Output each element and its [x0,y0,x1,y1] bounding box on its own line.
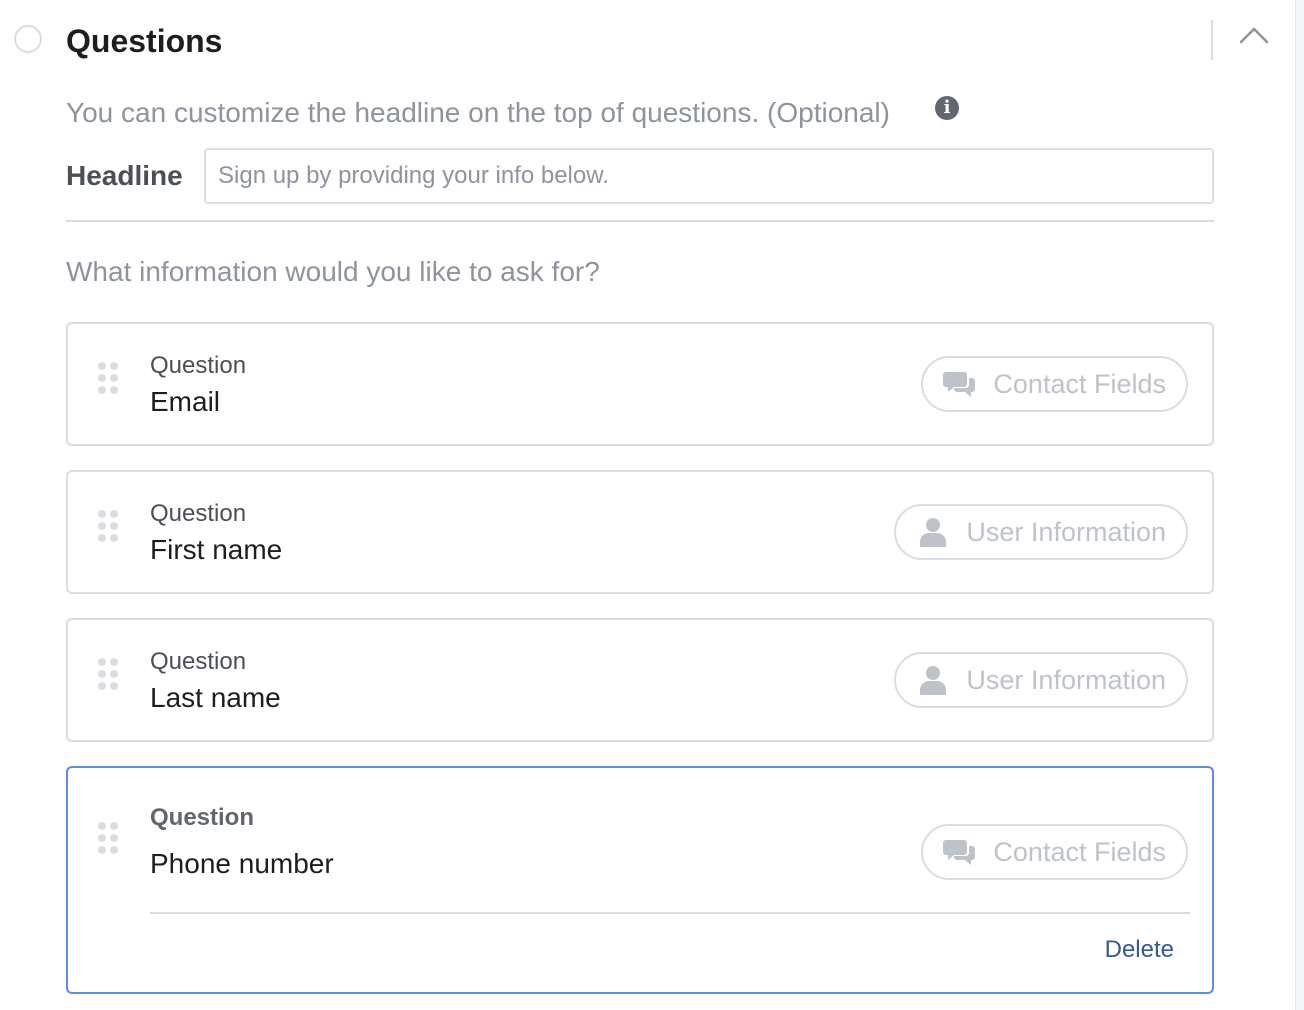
question-card-phone-number[interactable]: Question Phone number Contact Fields Del… [66,766,1214,994]
headline-label: Headline [66,160,183,191]
question-label: Question [150,648,247,675]
headline-description: You can customize the headline on the to… [66,97,890,128]
scrollbar-track[interactable] [1295,0,1304,1010]
header-divider [1211,20,1213,60]
contact-fields-tag[interactable]: Contact Fields [921,824,1188,880]
user-information-tag[interactable]: User Information [894,504,1188,560]
headline-input[interactable] [204,148,1214,204]
question-label: Question [150,352,247,379]
user-icon [920,518,947,547]
question-label: Question [150,804,255,831]
question-value: First name [150,534,283,565]
tag-label: Contact Fields [993,368,1166,399]
user-information-tag[interactable]: User Information [894,652,1188,708]
question-card-first-name[interactable]: Question First name User Information [66,470,1214,594]
tag-label: Contact Fields [993,836,1166,867]
card-divider [150,912,1190,914]
tag-label: User Information [966,516,1166,547]
info-icon[interactable]: i [935,96,959,120]
section-divider [66,220,1214,222]
question-value: Email [150,386,221,417]
question-label: Question [150,500,247,527]
drag-handle-icon[interactable] [98,822,120,856]
questions-prompt: What information would you like to ask f… [66,256,600,287]
contact-fields-tag[interactable]: Contact Fields [921,356,1188,412]
section-title: Questions [66,23,223,59]
question-value: Last name [150,682,281,713]
question-value: Phone number [150,848,334,879]
chevron-up-icon [1239,27,1269,44]
user-icon [920,666,947,695]
chat-bubbles-icon [943,840,976,865]
drag-handle-icon[interactable] [98,510,120,544]
question-card-last-name[interactable]: Question Last name User Information [66,618,1214,742]
drag-handle-icon[interactable] [98,362,120,396]
drag-handle-icon[interactable] [98,658,120,692]
question-card-email[interactable]: Question Email Contact Fields [66,322,1214,446]
collapse-section-button[interactable] [1236,20,1272,50]
delete-question-link[interactable]: Delete [1105,936,1174,964]
chat-bubbles-icon [943,372,976,397]
completion-status-icon [14,25,42,53]
tag-label: User Information [966,664,1166,695]
